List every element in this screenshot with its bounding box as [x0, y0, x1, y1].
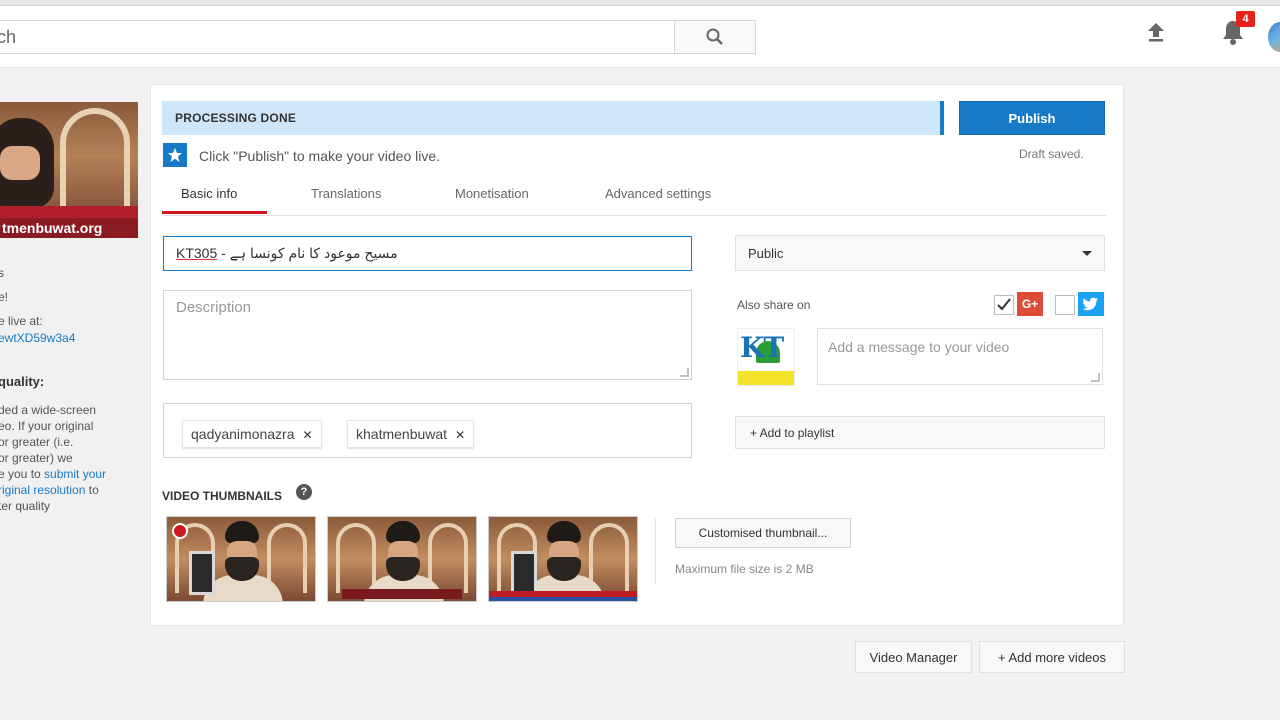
thumbnail-banner — [342, 589, 462, 599]
video-preview-thumbnail: tmenbuwat.org — [0, 102, 138, 238]
help-icon[interactable]: ? — [296, 484, 312, 500]
held-frame — [511, 551, 537, 595]
gplus-share-checkbox[interactable] — [994, 295, 1014, 315]
quality-heading: quality: — [0, 374, 45, 389]
checkmark-icon — [997, 298, 1011, 311]
quality-line: e you to submit your — [0, 466, 122, 482]
thumbnails-heading: VIDEO THUMBNAILS — [162, 489, 282, 503]
logo-yellow-bar — [738, 371, 794, 385]
upload-icon[interactable] — [1144, 20, 1168, 44]
twitter-bird-glyph — [1083, 297, 1098, 311]
processing-status: PROCESSING DONE — [175, 111, 297, 125]
speaker-hat — [386, 521, 420, 543]
masthead: ch — [0, 6, 1280, 68]
quality-line: riginal resolution to — [0, 482, 122, 498]
quality-description: ded a wide-screen eo. If your original o… — [0, 402, 122, 514]
google-plus-icon: G+ — [1017, 292, 1043, 316]
tab-basic-info[interactable]: Basic info — [181, 186, 237, 201]
tag-label: khatmenbuwat — [356, 426, 448, 442]
publish-hint: Click "Publish" to make your video live. — [199, 148, 441, 164]
selected-thumbnail-icon — [172, 523, 188, 539]
tab-advanced-settings[interactable]: Advanced settings — [605, 186, 711, 201]
divider — [655, 518, 656, 584]
title-text: مسیح موعود کا نام کونسا ہے — [229, 245, 398, 261]
speaker-face — [0, 146, 40, 180]
thumbnail-blue-strip — [489, 597, 637, 601]
also-share-label: Also share on — [737, 298, 811, 312]
quality-line-text: e you to — [0, 467, 41, 481]
tab-translations[interactable]: Translations — [311, 186, 381, 201]
tags-field[interactable]: qadyanimonazra ✕ khatmenbuwat ✕ — [163, 403, 692, 458]
description-placeholder: Description — [176, 299, 252, 316]
search-button[interactable] — [674, 20, 756, 54]
video-manager-button[interactable]: Video Manager — [855, 641, 972, 673]
chevron-down-icon — [1082, 251, 1092, 256]
left-info-line: s — [0, 266, 4, 280]
quality-line: ter quality — [0, 499, 51, 513]
twitter-share-checkbox[interactable] — [1055, 295, 1075, 315]
search-icon — [706, 28, 723, 45]
remove-tag-icon[interactable]: ✕ — [455, 428, 465, 442]
held-frame — [189, 551, 215, 595]
quality-line-text: to — [88, 483, 99, 497]
banner-strip — [0, 206, 138, 218]
submit-link[interactable]: submit your — [44, 467, 106, 481]
original-resolution-link[interactable]: riginal resolution — [0, 483, 85, 497]
channel-initials: KT — [740, 331, 784, 364]
speaker-hat — [225, 521, 259, 543]
arch-decoration — [60, 108, 130, 208]
thumbnail-option-1[interactable] — [166, 516, 316, 602]
tab-bar: Basic info Translations Monetisation Adv… — [162, 178, 1106, 216]
twitter-icon — [1078, 292, 1104, 316]
add-more-videos-button[interactable]: + Add more videos — [979, 641, 1125, 673]
quality-line: or greater) we — [0, 451, 73, 465]
speaker-hat — [547, 521, 581, 543]
max-file-size-note: Maximum file size is 2 MB — [675, 562, 814, 576]
tag-chip: qadyanimonazra ✕ — [182, 420, 322, 448]
thumbnail-url-text: tmenbuwat.org — [0, 218, 138, 238]
title-separator: - — [217, 245, 230, 261]
quality-line: or greater (i.e. — [0, 435, 74, 449]
remove-tag-icon[interactable]: ✕ — [303, 428, 313, 442]
tab-monetisation[interactable]: Monetisation — [455, 186, 529, 201]
thumbnail-option-3[interactable] — [488, 516, 638, 602]
resize-handle[interactable] — [680, 368, 689, 377]
thumbnail-option-2[interactable] — [327, 516, 477, 602]
notification-badge: 4 — [1236, 11, 1255, 27]
quality-line: ded a wide-screen — [0, 403, 97, 417]
share-message-input[interactable]: Add a message to your video — [817, 328, 1103, 385]
message-placeholder: Add a message to your video — [828, 339, 1010, 355]
channel-logo: KT — [737, 328, 795, 386]
video-url-link[interactable]: ewtXD59w3a4 — [0, 331, 75, 345]
star-icon — [163, 143, 187, 167]
add-to-playlist-button[interactable]: + Add to playlist — [735, 416, 1105, 449]
arch-decoration — [336, 523, 376, 593]
tag-chip: khatmenbuwat ✕ — [347, 420, 475, 448]
draft-status: Draft saved. — [1019, 147, 1084, 161]
custom-thumbnail-button[interactable]: Customised thumbnail... — [675, 518, 851, 548]
star-glyph — [168, 148, 182, 162]
active-tab-indicator — [162, 211, 267, 214]
search-input[interactable]: ch — [0, 20, 674, 54]
quality-line: eo. If your original — [0, 419, 94, 433]
privacy-value: Public — [748, 246, 784, 261]
resize-handle[interactable] — [1091, 373, 1100, 382]
left-info-line: e! — [0, 290, 9, 304]
title-code: KT305 — [176, 245, 218, 261]
description-field[interactable]: Description — [163, 290, 692, 380]
privacy-select[interactable]: Public — [735, 235, 1105, 271]
publish-button[interactable]: Publish — [959, 101, 1105, 135]
tag-label: qadyanimonazra — [191, 426, 295, 442]
title-field[interactable]: KT305 - مسیح موعود کا نام کونسا ہے — [163, 236, 692, 271]
live-at-label: e live at: — [0, 314, 43, 328]
